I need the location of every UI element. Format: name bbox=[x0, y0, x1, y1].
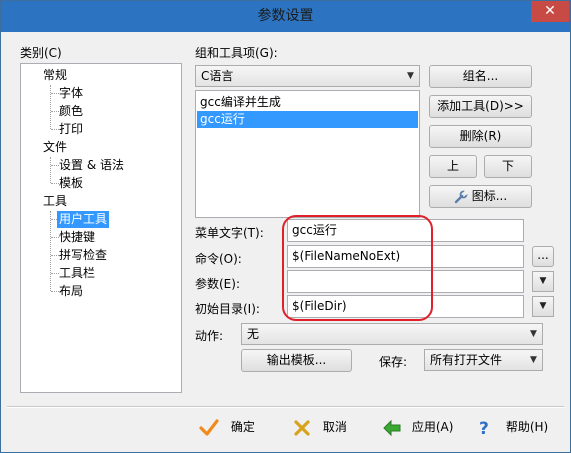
tree-item-template[interactable]: 模板 bbox=[59, 175, 83, 192]
tree-item-print[interactable]: 打印 bbox=[59, 121, 83, 138]
tree-branch bbox=[51, 93, 59, 94]
chevron-down-icon: ▼ bbox=[530, 355, 537, 365]
tree-branch bbox=[51, 111, 59, 112]
tree-line bbox=[50, 157, 51, 183]
cross-icon bbox=[294, 419, 310, 436]
groups-label: 组和工具项(G): bbox=[195, 46, 278, 60]
tree-item-tools[interactable]: 工具 bbox=[43, 193, 67, 210]
save-select-value: 所有打开文件 bbox=[430, 353, 503, 367]
tree-item-color[interactable]: 颜色 bbox=[59, 103, 83, 120]
icon-button[interactable]: 图标... bbox=[429, 185, 532, 208]
cancel-button[interactable]: 取消 bbox=[293, 416, 347, 438]
checkmark-icon bbox=[199, 418, 219, 436]
tree-branch bbox=[51, 183, 59, 184]
action-label: 动作: bbox=[195, 329, 224, 343]
tree-item-user-tools[interactable]: 用户工具 bbox=[57, 211, 110, 228]
action-select-value: 无 bbox=[247, 327, 260, 341]
move-up-button[interactable]: 上 bbox=[429, 155, 477, 178]
title-bar[interactable]: 参数设置 ✕ bbox=[1, 1, 570, 32]
tree-branch bbox=[51, 255, 59, 256]
annotation-highlight bbox=[282, 215, 433, 321]
group-select[interactable]: C语言 ▼ bbox=[195, 65, 420, 87]
menu-text-label: 菜单文字(T): bbox=[195, 226, 264, 240]
tree-branch bbox=[51, 237, 59, 238]
save-select[interactable]: 所有打开文件 ▼ bbox=[424, 349, 543, 371]
tree-branch bbox=[51, 165, 59, 166]
category-label: 类别(C) bbox=[20, 46, 62, 60]
window-title: 参数设置 bbox=[257, 8, 314, 24]
group-select-value: C语言 bbox=[201, 69, 234, 83]
move-down-button[interactable]: 下 bbox=[484, 155, 532, 178]
tree-item-font[interactable]: 字体 bbox=[59, 85, 83, 102]
chevron-down-icon: ▼ bbox=[530, 329, 537, 339]
tree-item-settings-syntax[interactable]: 设置 & 语法 bbox=[59, 157, 124, 174]
tree-item-spellcheck[interactable]: 拼写检查 bbox=[59, 247, 107, 264]
tree-line bbox=[50, 85, 51, 129]
tree-branch bbox=[51, 129, 59, 130]
apply-button[interactable]: 应用(A) bbox=[382, 416, 453, 438]
tree-item-shortcuts[interactable]: 快捷键 bbox=[59, 229, 95, 246]
footer-separator bbox=[7, 406, 564, 408]
chevron-down-icon: ▼ bbox=[539, 301, 547, 311]
tool-list-item-selected[interactable]: gcc运行 bbox=[197, 111, 418, 128]
action-select[interactable]: 无 ▼ bbox=[241, 323, 543, 345]
tree-line bbox=[50, 211, 51, 291]
help-button[interactable]: ? 帮助(H) bbox=[478, 416, 548, 438]
wrench-icon bbox=[454, 189, 468, 203]
tree-branch bbox=[51, 291, 59, 292]
tree-item-toolbar[interactable]: 工具栏 bbox=[59, 265, 95, 282]
params-label: 参数(E): bbox=[195, 277, 240, 291]
question-icon: ? bbox=[479, 419, 489, 437]
svg-text:?: ? bbox=[479, 419, 489, 437]
init-dir-label: 初始目录(I): bbox=[195, 302, 260, 316]
init-dir-dropdown-button[interactable]: ▼ bbox=[532, 296, 554, 317]
tree-item-file[interactable]: 文件 bbox=[43, 139, 67, 156]
tool-list[interactable]: gcc编译并生成 gcc运行 bbox=[195, 90, 420, 218]
delete-button[interactable]: 删除(R) bbox=[429, 125, 532, 148]
apply-label: 应用(A) bbox=[411, 420, 454, 434]
cancel-label: 取消 bbox=[322, 420, 347, 434]
add-tool-button[interactable]: 添加工具(D)>> bbox=[429, 95, 532, 118]
ok-button[interactable]: 确定 bbox=[199, 416, 255, 438]
close-icon: ✕ bbox=[544, 3, 556, 19]
params-dropdown-button[interactable]: ▼ bbox=[532, 271, 554, 292]
tree-item-layout[interactable]: 布局 bbox=[59, 283, 83, 300]
dialog-window: 参数设置 ✕ 类别(C) 常规 字体 颜色 打印 文件 设置 & 语法 模板 工… bbox=[0, 0, 571, 453]
ok-label: 确定 bbox=[230, 420, 255, 434]
group-name-button[interactable]: 组名... bbox=[429, 65, 532, 88]
command-browse-button[interactable]: ... bbox=[532, 246, 554, 267]
help-label: 帮助(H) bbox=[505, 420, 549, 434]
arrow-left-icon bbox=[383, 419, 401, 436]
tool-list-item[interactable]: gcc编译并生成 bbox=[198, 94, 283, 111]
chevron-down-icon: ▼ bbox=[407, 71, 414, 81]
tree-item-general[interactable]: 常规 bbox=[43, 67, 67, 84]
output-template-button[interactable]: 输出模板... bbox=[241, 349, 352, 372]
save-label: 保存: bbox=[379, 355, 408, 369]
category-tree[interactable]: 常规 字体 颜色 打印 文件 设置 & 语法 模板 工具 用户工具 快捷键 拼写… bbox=[20, 63, 182, 393]
icon-button-label: 图标... bbox=[471, 189, 508, 203]
chevron-down-icon: ▼ bbox=[539, 276, 547, 286]
tree-branch bbox=[51, 273, 59, 274]
close-button[interactable]: ✕ bbox=[531, 1, 569, 22]
command-label: 命令(O): bbox=[195, 252, 242, 266]
